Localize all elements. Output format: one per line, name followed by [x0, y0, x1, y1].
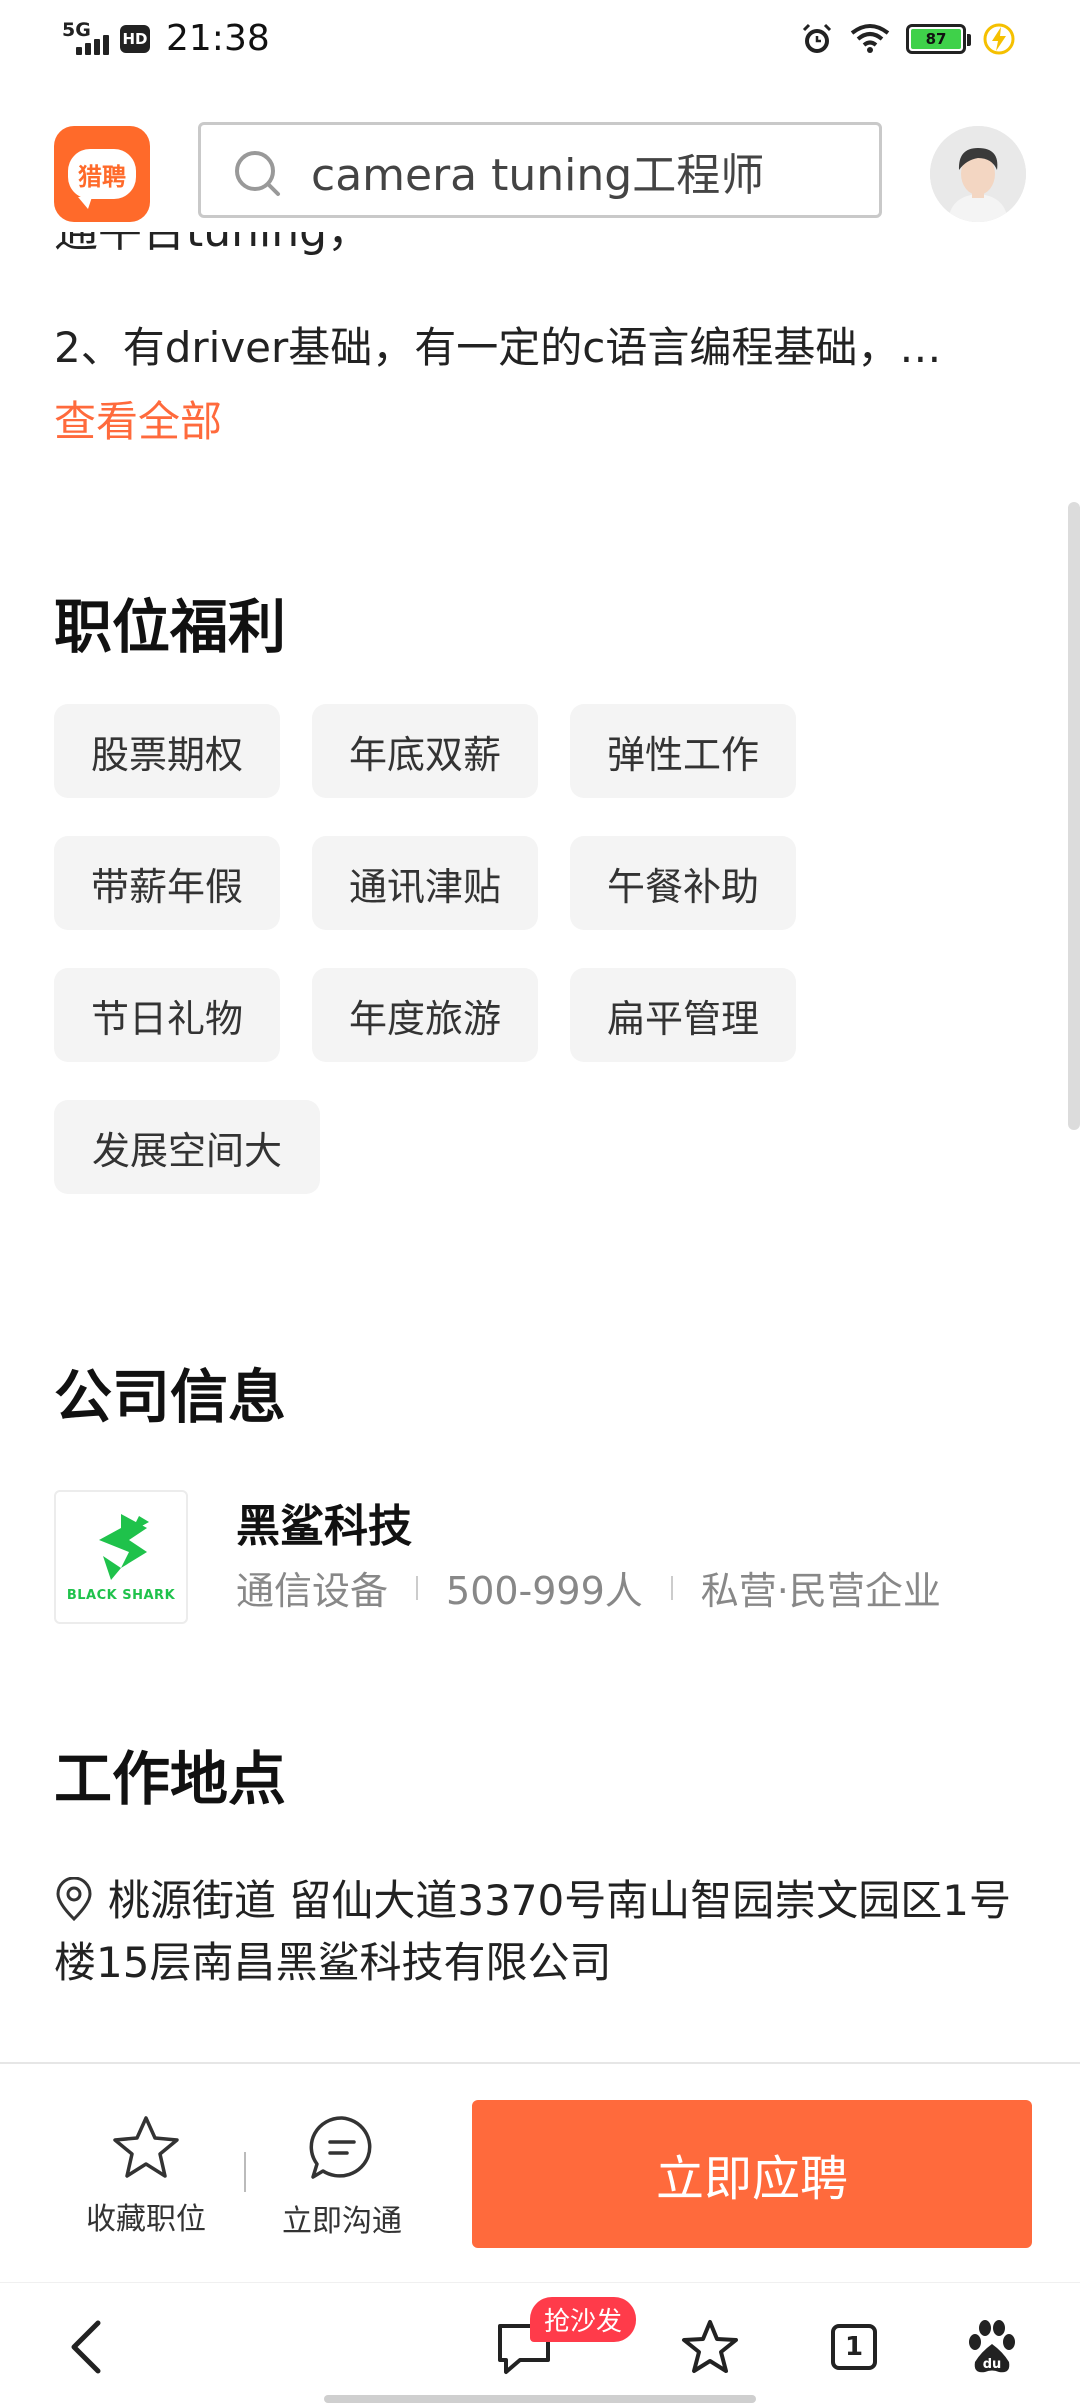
- back-button[interactable]: [46, 2307, 126, 2387]
- back-arrow-icon: [71, 2320, 101, 2374]
- company-name: 黑鲨科技: [236, 1501, 412, 1552]
- network-type: 5G: [62, 18, 91, 41]
- job-detail-content[interactable]: 通平台tuning， 2、有driver基础，有一定的c语言编程基础，… 查看全…: [0, 232, 1080, 2062]
- benefit-tag: 通讯津贴: [312, 836, 538, 930]
- search-input[interactable]: [311, 143, 871, 199]
- company-logo-text: BLACK SHARK: [66, 1587, 176, 1603]
- svg-text:du: du: [983, 2357, 1002, 2372]
- baidu-home-button[interactable]: du: [952, 2307, 1032, 2387]
- location-pin-icon: [56, 1877, 92, 1921]
- status-left: 5G HD 21:38: [62, 18, 270, 59]
- battery-level: 87: [911, 29, 961, 49]
- browser-nav-bar: 抢沙发 1 du: [0, 2282, 1080, 2408]
- work-address[interactable]: 桃源街道 留仙大道3370号南山智园崇文园区1号楼15层南昌黑鲨科技有限公司: [54, 1870, 1044, 1994]
- star-icon: [113, 2116, 179, 2178]
- baidu-paw-icon: du: [969, 2320, 1015, 2373]
- search-bar[interactable]: [198, 122, 882, 218]
- black-shark-logo-icon: [99, 1513, 149, 1580]
- battery-icon: 87: [906, 24, 971, 54]
- star-outline-icon: [682, 2320, 738, 2373]
- hd-icon: HD: [120, 24, 150, 53]
- benefit-tag: 年度旅游: [312, 968, 538, 1062]
- view-all-link[interactable]: 查看全部: [54, 388, 222, 449]
- company-title: 公司信息: [54, 1363, 287, 1431]
- benefit-tag: 午餐补助: [570, 836, 796, 930]
- signal-icon: 5G: [62, 18, 110, 57]
- user-avatar-icon: [930, 126, 1026, 222]
- benefit-tag: 带薪年假: [54, 836, 280, 930]
- favorite-job-button[interactable]: 收藏职位: [66, 2114, 226, 2238]
- address-text: 桃源街道 留仙大道3370号南山智园崇文园区1号楼15层南昌黑鲨科技有限公司: [54, 1876, 1011, 1987]
- search-icon: [235, 151, 280, 196]
- tabs-button[interactable]: 1: [814, 2307, 894, 2387]
- favorite-label: 收藏职位: [86, 2202, 206, 2237]
- benefit-tag: 股票期权: [54, 704, 280, 798]
- benefits-title: 职位福利: [54, 593, 287, 661]
- alarm-icon: [802, 23, 832, 53]
- charging-icon: [983, 23, 1015, 55]
- meta-divider: [416, 1575, 419, 1600]
- home-indicator[interactable]: [324, 2395, 756, 2403]
- benefit-tag: 扁平管理: [570, 968, 796, 1062]
- hot-badge: 抢沙发: [530, 2297, 637, 2342]
- meta-divider: [670, 1575, 673, 1600]
- chat-now-button[interactable]: 立即沟通: [262, 2114, 422, 2240]
- app-logo-text: 猎聘: [78, 162, 126, 191]
- benefit-tag: 年底双薪: [312, 704, 538, 798]
- chat-icon: [309, 2116, 372, 2179]
- benefit-tag: 发展空间大: [54, 1100, 320, 1194]
- bookmark-button[interactable]: [670, 2307, 750, 2387]
- description-line: 2、有driver基础，有一定的c语言编程基础，…: [54, 323, 942, 372]
- tab-count: 1: [831, 2324, 877, 2370]
- status-right: 87: [800, 22, 1016, 56]
- app-header: 猎聘: [0, 110, 1080, 230]
- status-bar: 5G HD 21:38 87: [0, 0, 1080, 84]
- app-logo[interactable]: 猎聘: [54, 126, 150, 222]
- company-meta: 通信设备 500-999人 私营·民营企业: [236, 1560, 941, 1615]
- action-divider: [244, 2152, 246, 2192]
- benefit-tag: 弹性工作: [570, 704, 796, 798]
- avatar[interactable]: [930, 126, 1026, 222]
- description-cut-line: 通平台tuning，: [54, 232, 371, 254]
- location-title: 工作地点: [54, 1745, 287, 1813]
- scrollbar[interactable]: [1068, 502, 1080, 1130]
- company-card[interactable]: BLACK SHARK 黑鲨科技 通信设备 500-999人 私营·民营企业: [54, 1490, 1054, 1626]
- action-bar: 收藏职位 立即沟通 立即应聘: [0, 2062, 1080, 2282]
- company-type: 私营·民营企业: [700, 1569, 941, 1613]
- chat-label: 立即沟通: [282, 2204, 402, 2239]
- benefit-tag: 节日礼物: [54, 968, 280, 1062]
- status-time: 21:38: [166, 18, 270, 59]
- wifi-icon: [850, 24, 890, 53]
- logo-bubble: 猎聘: [68, 149, 136, 209]
- apply-now-button[interactable]: 立即应聘: [472, 2100, 1032, 2248]
- company-size: 500-999人: [446, 1569, 643, 1613]
- company-logo: BLACK SHARK: [54, 1490, 188, 1624]
- company-industry: 通信设备: [236, 1569, 389, 1613]
